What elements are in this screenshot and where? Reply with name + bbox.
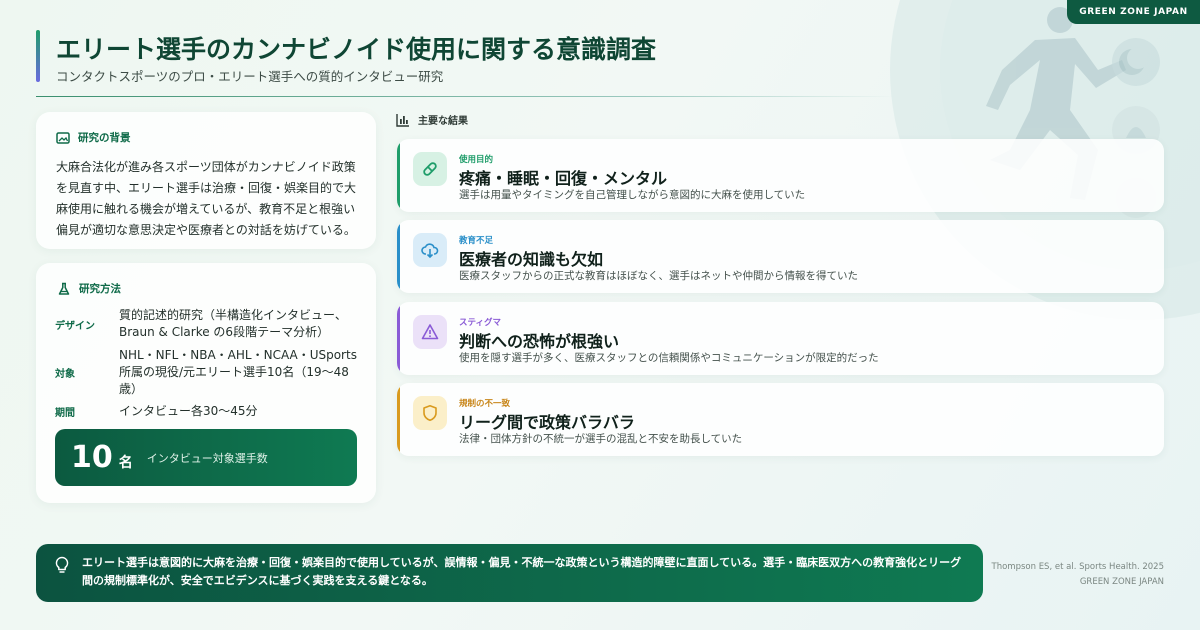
warning-icon [413, 315, 447, 349]
citation-brand: GREEN ZONE JAPAN [1079, 577, 1164, 587]
result-heading: 判断への恐怖が根強い [459, 332, 620, 351]
result-tag: 規制の不一致 [459, 399, 511, 409]
header-divider [36, 96, 896, 97]
shield-icon [413, 396, 447, 430]
method-row-key: 対象 [55, 369, 75, 380]
background-card: 研究の背景 大麻合法化が進み各スポーツ団体がカンナビノイド政策を見直す中、エリー… [36, 112, 376, 249]
pill-icon [413, 152, 447, 186]
brand-tag: GREEN ZONE JAPAN [1067, 0, 1200, 24]
conclusion-banner: エリート選手は意図的に大麻を治療・回復・娯楽目的で使用しているが、誤情報・偏見・… [36, 544, 983, 602]
result-description: 法律・団体方針の不統一が選手の混乱と不安を助長していた [459, 433, 743, 445]
result-card-regulation: 規制の不一致 リーグ間で政策バラバラ 法律・団体方針の不統一が選手の混乱と不安を… [397, 383, 1164, 456]
result-tag: スティグマ [459, 318, 501, 328]
result-edge [397, 139, 400, 212]
image-icon [56, 131, 70, 145]
result-description: 医療スタッフからの正式な教育はほぼなく、選手はネットや仲間から情報を得ていた [459, 270, 858, 282]
result-edge [397, 383, 400, 456]
cloud-download-icon [413, 233, 447, 267]
result-heading: 疼痛・睡眠・回復・メンタル [459, 169, 668, 188]
method-row-value: 質的記述的研究（半構造化インタビュー、Braun & Clarke の6段階テー… [119, 308, 347, 339]
result-heading: リーグ間で政策バラバラ [459, 413, 635, 432]
page-subtitle: コンタクトスポーツのプロ・エリート選手への質的インタビュー研究 [56, 69, 444, 84]
participant-count-box: 10 名 インタビュー対象選手数 [55, 429, 357, 486]
result-description: 使用を隠す選手が多く、医療スタッフとの信頼関係やコミュニケーションが限定的だった [459, 352, 879, 364]
citation-source: Thompson ES, et al. Sports Health. 2025 [991, 562, 1164, 572]
result-description: 選手は用量やタイミングを自己管理しながら意図的に大麻を使用していた [459, 189, 806, 201]
method-row-design: デザイン 質的記述的研究（半構造化インタビュー、Braun & Clarke の… [55, 307, 357, 341]
result-edge [397, 220, 400, 293]
method-title-text: 研究方法 [79, 283, 121, 295]
conclusion-text: エリート選手は意図的に大麻を治療・回復・娯楽目的で使用しているが、誤情報・偏見・… [82, 556, 962, 587]
method-row-value: インタビュー各30〜45分 [119, 404, 258, 418]
method-row-key: 期間 [55, 408, 75, 419]
results-title: 主要な結果 [418, 116, 468, 127]
method-row-key: デザイン [55, 320, 95, 332]
header-accent-bar [36, 30, 40, 82]
lightbulb-icon [54, 556, 70, 574]
result-edge [397, 302, 400, 375]
results-heading: 主要な結果 [396, 112, 468, 127]
result-card-education: 教育不足 医療者の知識も欠如 医療スタッフからの正式な教育はほぼなく、選手はネッ… [397, 220, 1164, 293]
result-heading: 医療者の知識も欠如 [459, 250, 604, 269]
participant-count-label: インタビュー対象選手数 [146, 451, 268, 465]
result-tag: 教育不足 [459, 236, 494, 246]
flask-icon [57, 282, 71, 296]
method-row-duration: 期間 インタビュー各30〜45分 [55, 403, 357, 420]
method-card-title: 研究方法 [57, 281, 357, 296]
method-row-subjects: 対象 NHL・NFL・NBA・AHL・NCAA・USports所属の現役/元エリ… [55, 347, 357, 398]
bar-chart-icon [396, 113, 410, 127]
method-row-value: NHL・NFL・NBA・AHL・NCAA・USports所属の現役/元エリート選… [119, 348, 357, 396]
participant-count-unit: 名 [118, 454, 133, 471]
citation: Thompson ES, et al. Sports Health. 2025 … [992, 560, 1164, 590]
page-header: エリート選手のカンナビノイド使用に関する意識調査 コンタクトスポーツのプロ・エリ… [36, 30, 896, 96]
background-title-text: 研究の背景 [78, 132, 131, 144]
result-tag: 使用目的 [459, 155, 494, 165]
page-title: エリート選手のカンナビノイド使用に関する意識調査 [56, 35, 657, 64]
result-card-stigma: スティグマ 判断への恐怖が根強い 使用を隠す選手が多く、医療スタッフとの信頼関係… [397, 302, 1164, 375]
background-card-title: 研究の背景 [56, 130, 356, 145]
method-card: 研究方法 デザイン 質的記述的研究（半構造化インタビュー、Braun & Cla… [36, 263, 376, 503]
result-card-usage: 使用目的 疼痛・睡眠・回復・メンタル 選手は用量やタイミングを自己管理しながら意… [397, 139, 1164, 212]
participant-count-number: 10 [71, 440, 113, 475]
moon-icon [1112, 38, 1160, 86]
background-body: 大麻合法化が進み各スポーツ団体がカンナビノイド政策を見直す中、エリート選手は治療… [56, 160, 357, 237]
